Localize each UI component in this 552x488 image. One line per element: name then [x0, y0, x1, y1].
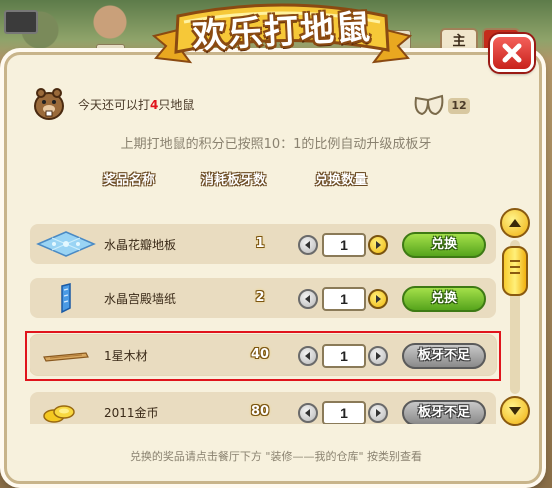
grip-icon	[510, 260, 520, 262]
prize-row: 1星木材 40 1 板牙不足	[30, 335, 496, 375]
quantity-stepper: 1	[298, 287, 390, 311]
gold-coin-icon	[43, 405, 75, 423]
title-banner: 欢乐打地鼠	[148, 0, 416, 70]
arrow-right-icon	[376, 409, 381, 417]
col-header-qty: 兑换数量	[315, 173, 368, 188]
col-header-name: 奖品名称	[103, 173, 156, 188]
decrease-button[interactable]	[298, 403, 318, 423]
bg-item-tile	[4, 10, 38, 34]
buck-teeth-icon	[414, 94, 444, 116]
insufficient-teeth-button[interactable]: 板牙不足	[402, 343, 486, 369]
insufficient-teeth-button[interactable]: 板牙不足	[402, 400, 486, 424]
scroll-up-button[interactable]	[500, 208, 530, 238]
exchange-button[interactable]: 兑换	[402, 232, 486, 258]
close-icon	[502, 43, 522, 63]
quantity-stepper: 1	[298, 233, 390, 257]
arrow-left-icon	[305, 241, 310, 249]
arrow-right-icon	[376, 295, 381, 303]
increase-button[interactable]	[368, 289, 388, 309]
quantity-input[interactable]: 1	[322, 344, 366, 368]
arrow-right-icon	[376, 352, 381, 360]
prize-name: 水晶宫殿墙纸	[104, 292, 177, 306]
prize-cost: 2	[255, 290, 265, 305]
conversion-notice: 上期打地鼠的积分已按照10：1的比例自动升级成板牙	[120, 137, 432, 152]
prize-list[interactable]: 水晶花瓣地板 1 1 兑换 水晶宫殿墙纸 2 1 兑换 1星木材 40 1 板牙…	[30, 210, 500, 424]
arrow-right-icon	[376, 241, 381, 249]
crystal-wallpaper-icon	[61, 283, 71, 314]
quantity-input[interactable]: 1	[322, 287, 366, 311]
quantity-stepper: 1	[298, 401, 390, 424]
mole-icon	[34, 88, 64, 120]
prize-cost: 80	[250, 404, 270, 419]
decrease-button[interactable]	[298, 289, 318, 309]
wood-plank-icon	[43, 352, 89, 362]
teeth-count-badge: 12	[448, 98, 470, 114]
footer-hint: 兑换的奖品请点击餐厅下方 "装修——我的仓库" 按类别查看	[129, 450, 423, 463]
quantity-input[interactable]: 1	[322, 233, 366, 257]
decrease-button[interactable]	[298, 346, 318, 366]
arrow-up-icon	[509, 219, 521, 227]
arrow-left-icon	[305, 352, 310, 360]
arrow-down-icon	[509, 407, 521, 415]
scrollbar-thumb[interactable]	[502, 246, 528, 296]
scroll-down-button[interactable]	[500, 396, 530, 426]
close-button[interactable]	[490, 34, 534, 72]
prize-row: 2011金币 80 1 板牙不足	[30, 392, 496, 424]
arrow-left-icon	[305, 295, 310, 303]
crystal-floor-icon	[36, 231, 96, 257]
quantity-input[interactable]: 1	[322, 401, 366, 424]
prize-name: 1星木材	[104, 349, 148, 363]
quantity-stepper: 1	[298, 344, 390, 368]
remaining-prefix: 今天还可以打	[78, 98, 151, 112]
increase-button[interactable]	[368, 235, 388, 255]
prize-cost: 1	[255, 236, 265, 251]
prize-row: 水晶宫殿墙纸 2 1 兑换	[30, 278, 496, 318]
prize-name: 水晶花瓣地板	[104, 238, 177, 252]
prize-cost: 40	[250, 347, 270, 362]
remaining-suffix: 只地鼠	[158, 98, 195, 112]
decrease-button[interactable]	[298, 235, 318, 255]
prize-row: 水晶花瓣地板 1 1 兑换	[30, 224, 496, 264]
increase-button[interactable]	[368, 403, 388, 423]
prize-name: 2011金币	[104, 406, 159, 420]
arrow-left-icon	[305, 409, 310, 417]
exchange-button[interactable]: 兑换	[402, 286, 486, 312]
col-header-cost: 消耗板牙数	[201, 173, 267, 188]
increase-button[interactable]	[368, 346, 388, 366]
remaining-moles-text: 今天还可以打4只地鼠	[78, 96, 194, 113]
